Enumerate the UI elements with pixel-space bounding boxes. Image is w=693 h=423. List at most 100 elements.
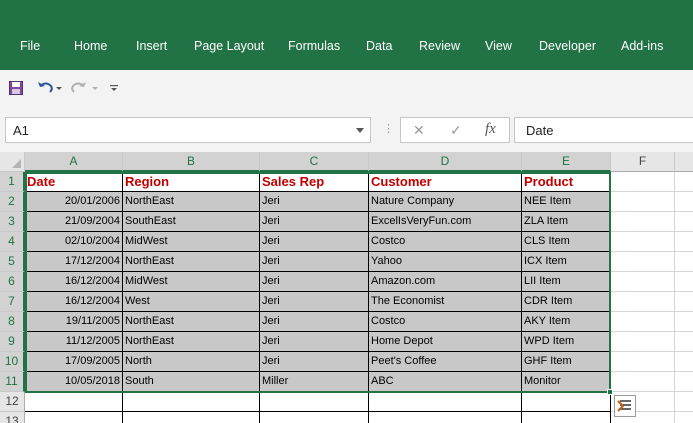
cell-f3[interactable] [611,212,675,232]
cell-c3[interactable]: Jeri [260,212,369,232]
cell-f8[interactable] [611,312,675,332]
cell-f10[interactable] [611,352,675,372]
formula-input[interactable]: Date [514,117,693,143]
cell-c7[interactable]: Jeri [260,292,369,312]
cell-g1[interactable] [675,172,693,192]
row-header-5[interactable]: 5 [0,252,25,272]
cell-d9[interactable]: Home Depot [369,332,522,352]
row-header-2[interactable]: 2 [0,192,25,212]
row-header-8[interactable]: 8 [0,312,25,332]
customize-qat-icon[interactable] [108,78,120,98]
row-header-4[interactable]: 4 [0,232,25,252]
cell-g10[interactable] [675,352,693,372]
name-box[interactable]: A1 [5,117,371,143]
cell-d5[interactable]: Yahoo [369,252,522,272]
cell-c6[interactable]: Jeri [260,272,369,292]
cell-c5[interactable]: Jeri [260,252,369,272]
cell-c13[interactable] [260,412,369,423]
cell-b8[interactable]: NorthEast [123,312,260,332]
cell-e8[interactable]: AKY Item [522,312,611,332]
cell-f7[interactable] [611,292,675,312]
cell-d12[interactable] [369,392,522,412]
cell-a7[interactable]: 16/12/2004 [25,292,123,312]
cell-a4[interactable]: 02/10/2004 [25,232,123,252]
cell-g13[interactable] [675,412,693,423]
cell-f11[interactable] [611,372,675,392]
cell-a3[interactable]: 21/09/2004 [25,212,123,232]
cell-g9[interactable] [675,332,693,352]
cell-b13[interactable] [123,412,260,423]
worksheet-grid[interactable]: A B C D E F 1 Date Region Sales Rep Customer… [0,152,693,423]
cell-e6[interactable]: LII Item [522,272,611,292]
cell-b11[interactable]: South [123,372,260,392]
cell-e10[interactable]: GHF Item [522,352,611,372]
row-header-3[interactable]: 3 [0,212,25,232]
cell-f4[interactable] [611,232,675,252]
column-header-c[interactable]: C [260,152,369,172]
save-icon[interactable] [8,78,24,98]
row-header-6[interactable]: 6 [0,272,25,292]
cell-e12[interactable] [522,392,611,412]
cancel-entry-icon[interactable]: ✕ [413,122,425,139]
column-header-a[interactable]: A [25,152,123,172]
cell-a1[interactable]: Date [25,172,123,192]
cell-c1[interactable]: Sales Rep [260,172,369,192]
cell-b10[interactable]: North [123,352,260,372]
cell-g2[interactable] [675,192,693,212]
cell-d11[interactable]: ABC [369,372,522,392]
cell-b3[interactable]: SouthEast [123,212,260,232]
cell-b12[interactable] [123,392,260,412]
cell-d6[interactable]: Amazon.com [369,272,522,292]
tab-view[interactable]: View [485,39,512,53]
cell-e11[interactable]: Monitor [522,372,611,392]
cell-g11[interactable] [675,372,693,392]
cell-b7[interactable]: West [123,292,260,312]
quick-analysis-button[interactable] [614,395,636,417]
row-header-10[interactable]: 10 [0,352,25,372]
row-header-9[interactable]: 9 [0,332,25,352]
cell-d2[interactable]: Nature Company [369,192,522,212]
cell-f6[interactable] [611,272,675,292]
cell-a9[interactable]: 11/12/2005 [25,332,123,352]
cell-e3[interactable]: ZLA Item [522,212,611,232]
cell-b4[interactable]: MidWest [123,232,260,252]
cell-e5[interactable]: ICX Item [522,252,611,272]
cell-g5[interactable] [675,252,693,272]
cell-f9[interactable] [611,332,675,352]
tab-home[interactable]: Home [74,39,107,53]
tab-insert[interactable]: Insert [136,39,167,53]
tab-developer[interactable]: Developer [539,39,596,53]
formula-bar-splitter[interactable]: ⋮ [383,122,394,135]
cell-a6[interactable]: 16/12/2004 [25,272,123,292]
cell-d4[interactable]: Costco [369,232,522,252]
cell-d10[interactable]: Peet's Coffee [369,352,522,372]
cell-a13[interactable] [25,412,123,423]
name-box-dropdown-icon[interactable] [354,123,366,137]
redo-icon[interactable] [70,78,100,98]
cell-e2[interactable]: NEE Item [522,192,611,212]
column-header-e[interactable]: E [522,152,611,172]
cell-a8[interactable]: 19/11/2005 [25,312,123,332]
fill-handle[interactable] [607,389,613,395]
cell-a2[interactable]: 20/01/2006 [25,192,123,212]
enter-entry-icon[interactable]: ✓ [450,122,462,139]
row-header-12[interactable]: 12 [0,392,25,412]
column-header-b[interactable]: B [123,152,260,172]
cell-c8[interactable]: Jeri [260,312,369,332]
cell-b6[interactable]: MidWest [123,272,260,292]
cell-c12[interactable] [260,392,369,412]
cell-b2[interactable]: NorthEast [123,192,260,212]
cell-e1[interactable]: Product [522,172,611,192]
column-header-f[interactable]: F [611,152,675,172]
tab-page-layout[interactable]: Page Layout [194,39,264,53]
column-header-d[interactable]: D [369,152,522,172]
cell-c11[interactable]: Miller [260,372,369,392]
cell-e7[interactable]: CDR Item [522,292,611,312]
cell-g7[interactable] [675,292,693,312]
cell-f2[interactable] [611,192,675,212]
cell-g3[interactable] [675,212,693,232]
cell-e13[interactable] [522,412,611,423]
row-header-11[interactable]: 11 [0,372,25,392]
cell-a10[interactable]: 17/09/2005 [25,352,123,372]
cell-g8[interactable] [675,312,693,332]
